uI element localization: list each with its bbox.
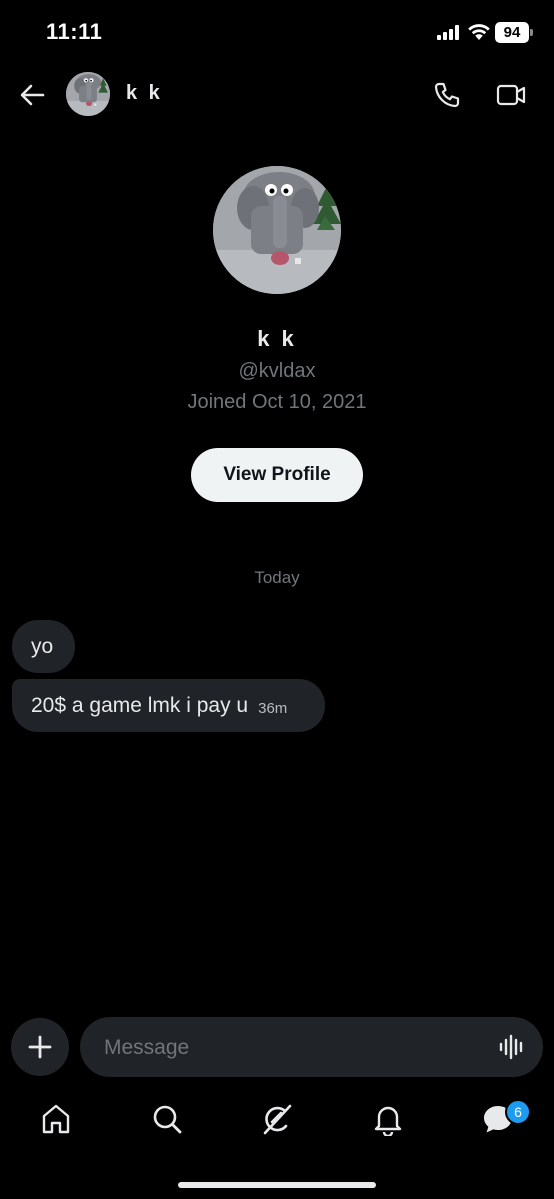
header-avatar[interactable] [66,72,110,116]
messages-badge: 6 [505,1099,531,1125]
message-bubble[interactable]: 20$ a game lmk i pay u 36m [12,679,325,732]
status-bar: 11:11 94 [0,0,554,64]
home-indicator [178,1182,376,1188]
profile-joined-date: Joined Oct 10, 2021 [187,391,367,413]
message-composer [80,1017,543,1079]
profile-display-name: k k [257,326,297,351]
elephant-avatar-icon [213,166,341,294]
message-input[interactable] [102,1017,486,1079]
conversation-header: k k [0,64,554,124]
add-attachment-button[interactable] [11,1018,69,1076]
wifi-icon [468,24,490,40]
view-profile-button[interactable]: View Profile [191,448,363,502]
message-timestamp: 36m [258,700,288,717]
search-icon[interactable] [150,1102,184,1136]
back-arrow-icon[interactable] [18,81,46,109]
date-separator: Today [254,568,300,587]
video-call-icon[interactable] [496,82,526,108]
phone-call-icon[interactable] [433,81,461,109]
message-bubble[interactable]: yo [12,620,75,673]
plus-icon [28,1035,52,1059]
voice-waveform-icon[interactable] [498,1034,526,1060]
profile-handle: @kvldax [238,360,316,382]
cellular-signal-icon [437,25,459,40]
profile-avatar[interactable] [213,166,341,294]
grok-icon[interactable] [260,1102,294,1136]
elephant-avatar-icon [66,72,110,116]
header-username[interactable]: k k [126,82,163,105]
message-text: 20$ a game lmk i pay u [31,693,249,717]
status-time: 11:11 [46,19,103,44]
notifications-bell-icon[interactable] [371,1102,405,1136]
battery-indicator: 94 [495,22,529,43]
battery-tip [530,29,533,36]
home-icon[interactable] [39,1102,73,1136]
message-text: yo [31,634,54,658]
